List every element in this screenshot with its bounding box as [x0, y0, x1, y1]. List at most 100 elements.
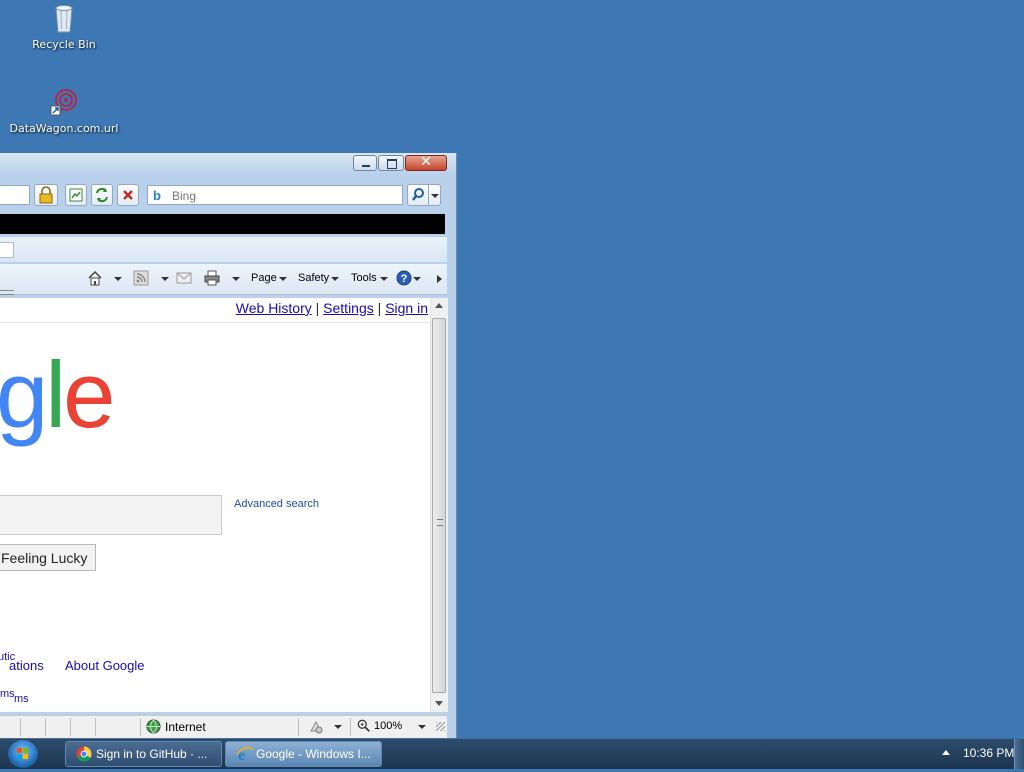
safety-dropdown-icon	[331, 277, 339, 281]
zoom-dropdown-icon[interactable]	[418, 725, 426, 729]
lock-icon	[39, 186, 53, 204]
home-dropdown-icon[interactable]	[114, 277, 122, 281]
favorites-bar	[0, 214, 445, 234]
command-bar: Page Safety Tools ?	[0, 264, 447, 295]
stop-icon	[123, 190, 133, 200]
desktop-icon-label: DataWagon.com.url	[9, 122, 119, 135]
mail-icon[interactable]	[176, 270, 192, 286]
help-dropdown-icon[interactable]	[413, 277, 421, 281]
chevron-down-icon	[431, 194, 439, 198]
feeds-dropdown-icon[interactable]	[161, 277, 169, 281]
link-separator: |	[377, 300, 382, 316]
scroll-down-icon[interactable]	[435, 701, 443, 706]
divider	[0, 322, 430, 323]
windows-logo-icon	[17, 748, 28, 759]
ie-window: ✕ b Bing Page Safety Tools ? Web History…	[0, 153, 457, 738]
google-logo: gle	[0, 342, 115, 447]
bing-logo-icon: b	[153, 188, 161, 203]
desktop-icon-label: Recycle Bin	[32, 38, 96, 51]
feeling-lucky-button[interactable]: Feeling Lucky	[0, 544, 97, 571]
tools-dropdown-icon	[380, 277, 388, 281]
taskbar-item-ie[interactable]: e Google - Windows I...	[225, 741, 382, 767]
tab-bar	[0, 237, 447, 262]
scroll-thumb[interactable]	[432, 318, 446, 693]
protected-mode-dropdown-icon[interactable]	[334, 725, 342, 729]
magnifier-icon	[412, 188, 424, 201]
print-dropdown-icon[interactable]	[232, 277, 240, 281]
home-icon[interactable]	[87, 270, 103, 286]
globe-icon	[146, 719, 161, 734]
taskbar-item-chrome[interactable]: Sign in to GitHub · ...	[65, 741, 222, 767]
search-options-dropdown[interactable]	[428, 184, 441, 206]
search-box[interactable]: b	[147, 185, 403, 205]
status-divider	[45, 718, 46, 736]
svg-text:?: ?	[401, 273, 408, 285]
window-titlebar[interactable]: ✕	[0, 153, 456, 173]
address-field[interactable]	[0, 185, 30, 205]
footer-link-fragment[interactable]: ms	[14, 693, 29, 705]
feeds-icon[interactable]	[133, 270, 149, 286]
taskbar-item-label: Google - Windows I...	[256, 747, 371, 761]
chrome-icon	[76, 746, 92, 762]
minimize-button[interactable]	[353, 155, 377, 171]
address-row: b	[0, 180, 456, 210]
status-divider	[20, 718, 21, 736]
compatibility-view-button[interactable]	[65, 184, 87, 206]
google-top-links: Web History | Settings | Sign in	[236, 300, 428, 316]
protected-mode-icon[interactable]	[308, 719, 324, 735]
taskbar-item-label: Sign in to GitHub · ...	[96, 747, 208, 761]
print-icon[interactable]	[204, 270, 220, 286]
url-shortcut-icon	[48, 86, 80, 118]
stop-button[interactable]	[117, 184, 139, 206]
system-clock[interactable]: 10:36 PM	[963, 746, 1014, 760]
page-dropdown-icon	[279, 277, 287, 281]
footer-link-fragment[interactable]: ms	[0, 688, 15, 700]
show-hidden-icons-icon[interactable]	[942, 750, 950, 755]
search-input[interactable]	[170, 187, 399, 205]
resize-grip-icon[interactable]	[436, 722, 445, 731]
zoom-level[interactable]: 100%	[374, 720, 402, 732]
desktop-icon-recycle-bin[interactable]: Recycle Bin	[9, 2, 119, 51]
status-divider	[350, 718, 351, 736]
sign-in-link[interactable]: Sign in	[385, 300, 428, 316]
menu-page[interactable]: Page	[251, 272, 277, 284]
refresh-button[interactable]	[91, 184, 113, 206]
advanced-search-link[interactable]: Advanced search	[234, 498, 319, 510]
start-button[interactable]	[8, 740, 38, 768]
status-divider	[70, 718, 71, 736]
zoom-icon[interactable]	[357, 719, 371, 733]
page-content: Web History | Settings | Sign in gle Adv…	[0, 298, 430, 712]
link-separator: |	[315, 300, 320, 316]
status-divider	[140, 718, 141, 736]
close-button[interactable]: ✕	[405, 154, 447, 171]
grip-icon	[437, 519, 443, 526]
desktop-icon-datawagon[interactable]: DataWagon.com.url	[9, 86, 119, 135]
taskbar: Sign in to GitHub · ... e Google - Windo…	[0, 738, 1024, 769]
toolbar-overflow-icon[interactable]	[437, 275, 442, 283]
recycle-bin-icon	[48, 2, 80, 34]
toolbar-edge	[0, 290, 14, 295]
settings-link[interactable]: Settings	[323, 300, 374, 316]
about-google-link[interactable]: About Google	[65, 658, 145, 673]
ie-icon: e	[236, 746, 253, 762]
google-search-input[interactable]	[0, 495, 222, 535]
tab-current[interactable]	[0, 242, 14, 258]
status-divider	[95, 718, 96, 736]
compatibility-view-icon	[69, 188, 83, 202]
footer-link-fragment[interactable]: ations	[9, 658, 44, 673]
menu-tools[interactable]: Tools	[351, 272, 377, 284]
refresh-icon	[96, 187, 108, 203]
web-history-link[interactable]: Web History	[236, 300, 312, 316]
close-icon: ✕	[420, 154, 432, 170]
menu-safety[interactable]: Safety	[298, 272, 329, 284]
security-lock-button[interactable]	[34, 184, 58, 206]
status-bar: Internet 100%	[0, 715, 447, 738]
vertical-scrollbar[interactable]	[430, 298, 448, 712]
status-divider	[298, 718, 299, 736]
scroll-up-icon[interactable]	[435, 303, 443, 308]
help-icon[interactable]: ?	[396, 270, 412, 286]
show-desktop-button[interactable]	[1014, 739, 1024, 769]
security-zone-label: Internet	[165, 720, 206, 734]
maximize-button[interactable]	[378, 155, 404, 171]
search-go-button[interactable]	[407, 184, 429, 206]
